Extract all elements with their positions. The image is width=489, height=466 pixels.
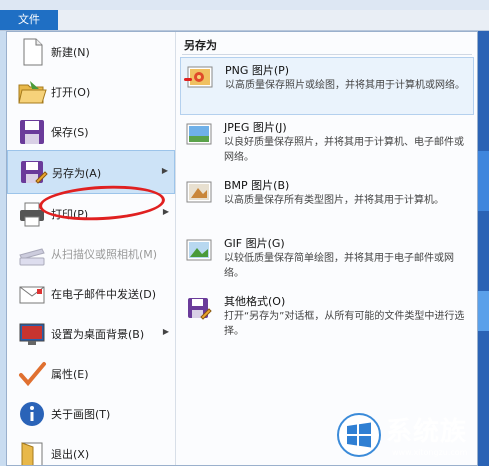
menu-item-properties[interactable]: 属性(E) [7, 354, 175, 394]
menu-item-label: 打开(O) [51, 86, 91, 99]
submenu-arrow-icon: ▶ [162, 207, 169, 216]
format-description: 以高质量保存所有类型图片，并将其用于计算机。 [224, 195, 444, 206]
save-as-gif[interactable]: GIF 图片(G) 以较低质量保存简单绘图，并将其用于电子邮件或网络。 [180, 231, 474, 289]
format-description: 以高质量保存照片或绘图，并将其用于计算机或网络。 [225, 80, 465, 91]
format-title: PNG 图片(P) [225, 64, 290, 77]
format-title: BMP 图片(B) [224, 179, 290, 192]
menu-item-label: 另存为(A) [52, 167, 102, 180]
new-document-icon [23, 38, 43, 66]
png-image-icon [187, 66, 213, 88]
other-formats-icon [188, 298, 212, 320]
file-menu-commands: 新建(N) 打开(O) 保存(S) 另存为(A) ▶ 打印(P) ▶ 从扫描仪或… [7, 32, 175, 465]
email-icon [19, 286, 45, 304]
submenu-arrow-icon: ▶ [161, 166, 168, 175]
jpeg-image-icon [186, 123, 212, 145]
info-icon [20, 402, 44, 426]
save-floppy-icon [20, 120, 44, 144]
watermark-url: www.xitongzu.com [392, 448, 468, 457]
checkmark-icon [19, 362, 46, 387]
menu-item-label: 在电子邮件中发送(D) [51, 288, 157, 301]
menu-item-label: 属性(E) [51, 368, 89, 381]
save-as-bmp[interactable]: BMP 图片(B) 以高质量保存所有类型图片，并将其用于计算机。 [180, 173, 474, 231]
menu-item-exit[interactable]: 退出(X) [7, 434, 175, 465]
open-folder-icon [18, 81, 47, 104]
format-title: GIF 图片(G) [224, 237, 285, 250]
menu-item-set-desktop-background[interactable]: 设置为桌面背景(B) ▶ [7, 314, 175, 354]
bmp-image-icon [186, 181, 212, 203]
menu-item-new[interactable]: 新建(N) [7, 32, 175, 72]
red-annotation-mark [184, 78, 192, 81]
format-title: 其他格式(O) [224, 295, 286, 308]
watermark: 系统族 www.xitongzu.com [336, 408, 489, 466]
menu-item-from-scanner: 从扫描仪或照相机(M) [7, 234, 175, 274]
menu-item-label: 新建(N) [51, 46, 90, 59]
menu-item-send-email[interactable]: 在电子邮件中发送(D) [7, 274, 175, 314]
gif-image-icon [186, 239, 212, 261]
desktop-background [478, 31, 489, 466]
menu-item-label: 设置为桌面背景(B) [51, 328, 145, 341]
save-as-other-formats[interactable]: 其他格式(O) 打开“另存为”对话框，从所有可能的文件类型中进行选择。 [180, 289, 474, 347]
divider [182, 54, 472, 55]
menu-item-open[interactable]: 打开(O) [7, 72, 175, 112]
desktop-background-icon [19, 323, 45, 345]
format-description: 以良好质量保存照片，并将其用于计算机、电子邮件或网络。 [224, 137, 464, 163]
submenu-arrow-icon: ▶ [162, 327, 169, 336]
format-description: 以较低质量保存简单绘图，并将其用于电子邮件或网络。 [224, 253, 454, 279]
format-title: JPEG 图片(J) [224, 121, 287, 134]
title-bar [0, 0, 489, 10]
file-tab[interactable]: 文件 [0, 10, 58, 30]
format-description: 打开“另存为”对话框，从所有可能的文件类型中进行选择。 [224, 311, 465, 337]
watermark-text: 系统族 [386, 417, 468, 447]
save-as-icon [21, 161, 48, 184]
submenu-heading: 另存为 [184, 39, 217, 52]
menu-item-about-paint[interactable]: 关于画图(T) [7, 394, 175, 434]
menu-item-label: 从扫描仪或照相机(M) [51, 248, 158, 261]
windows-logo-icon [337, 413, 381, 457]
menu-item-label: 保存(S) [51, 126, 89, 139]
menu-item-label: 退出(X) [51, 448, 90, 461]
menu-item-save[interactable]: 保存(S) [7, 112, 175, 152]
menu-item-label: 关于画图(T) [51, 408, 111, 421]
save-as-png[interactable]: PNG 图片(P) 以高质量保存照片或绘图，并将其用于计算机或网络。 [180, 57, 474, 115]
scanner-icon [19, 248, 45, 266]
save-as-submenu: 另存为 PNG 图片(P) 以高质量保存照片或绘图，并将其用于计算机或网络。 J… [176, 32, 477, 465]
file-menu: 新建(N) 打开(O) 保存(S) 另存为(A) ▶ 打印(P) ▶ 从扫描仪或… [6, 31, 478, 466]
ribbon-bar [0, 10, 489, 31]
save-as-jpeg[interactable]: JPEG 图片(J) 以良好质量保存照片，并将其用于计算机、电子邮件或网络。 [180, 115, 474, 173]
exit-icon [21, 442, 43, 465]
